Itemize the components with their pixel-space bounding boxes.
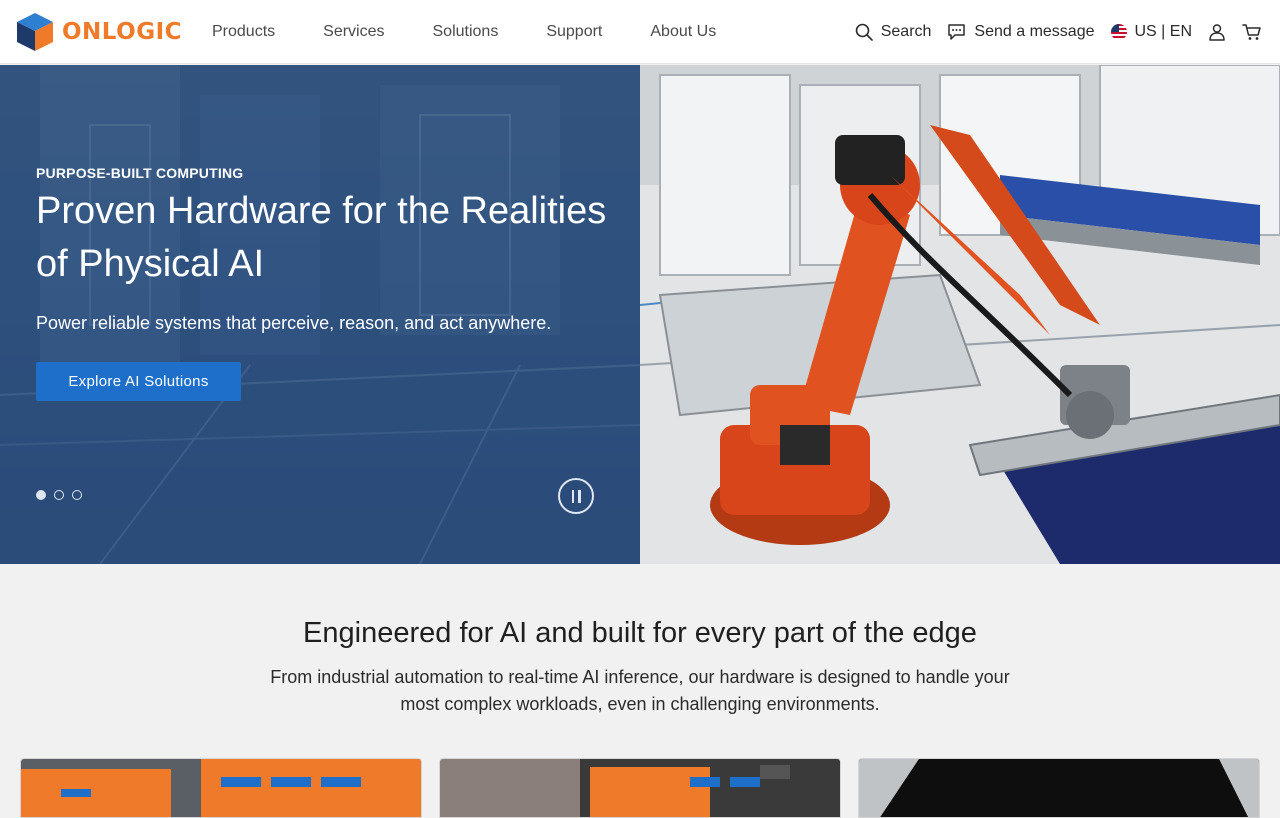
cart-icon xyxy=(1242,24,1261,40)
product-card-2[interactable] xyxy=(439,758,841,818)
carousel-pause-button[interactable] xyxy=(558,478,594,514)
pause-icon xyxy=(571,489,574,503)
product-card-1[interactable] xyxy=(20,758,422,818)
pause-icon-bar xyxy=(578,489,581,503)
search-button[interactable]: Search xyxy=(855,23,932,41)
logo-cube-icon xyxy=(17,13,53,51)
hero-text-panel: PURPOSE-BUILT COMPUTING Proven Hardware … xyxy=(0,65,640,564)
hero-eyebrow: PURPOSE-BUILT COMPUTING xyxy=(36,165,244,181)
carousel-dot-3[interactable] xyxy=(72,490,82,500)
section-description: From industrial automation to real-time … xyxy=(270,667,1010,714)
account-button[interactable] xyxy=(1208,23,1226,41)
utility-nav: Search Send a message US | EN xyxy=(839,0,1262,64)
nav-item-about-us[interactable]: About Us xyxy=(650,23,716,41)
section-title: Engineered for AI and built for every pa… xyxy=(303,617,977,649)
site-header: ONLOGIC Products Services Solutions Supp… xyxy=(0,0,1280,64)
us-flag-icon xyxy=(1110,24,1127,40)
robot-arm-illustration xyxy=(640,65,1280,564)
product-card-1-image xyxy=(21,759,421,817)
onlogic-logo[interactable]: ONLOGIC xyxy=(16,12,182,52)
nav-item-support[interactable]: Support xyxy=(546,23,602,41)
locale-selector[interactable]: US | EN xyxy=(1110,23,1193,41)
carousel-dots xyxy=(36,490,82,500)
logo-text: ONLOGIC xyxy=(62,19,183,45)
nav-item-services[interactable]: Services xyxy=(323,23,384,41)
nav-item-solutions[interactable]: Solutions xyxy=(433,23,499,41)
hero-title: Proven Hardware for the Realities of Phy… xyxy=(36,190,607,285)
user-icon xyxy=(1209,24,1225,41)
main-nav: Products Services Solutions Support Abou… xyxy=(212,0,764,64)
nav-item-products[interactable]: Products xyxy=(212,23,275,41)
product-cards xyxy=(20,758,1260,818)
product-card-2-image xyxy=(440,759,840,817)
product-card-3-image xyxy=(859,759,1259,817)
explore-ai-solutions-button[interactable]: Explore AI Solutions xyxy=(36,362,241,401)
hero-robot-image xyxy=(640,65,1280,564)
carousel-dot-2[interactable] xyxy=(54,490,64,500)
search-icon xyxy=(855,23,873,41)
chat-bubble-icon xyxy=(948,24,966,40)
send-message-button[interactable]: Send a message xyxy=(947,23,1095,41)
product-card-3[interactable] xyxy=(858,758,1260,818)
hero-carousel: PURPOSE-BUILT COMPUTING Proven Hardware … xyxy=(0,65,1280,564)
cart-button[interactable] xyxy=(1242,23,1262,41)
search-label: Search xyxy=(880,23,932,40)
carousel-dot-1[interactable] xyxy=(36,490,46,500)
hero-subtitle: Power reliable systems that perceive, re… xyxy=(36,313,552,333)
locale-label: US | EN xyxy=(1134,23,1193,40)
send-message-label: Send a message xyxy=(974,23,1095,40)
